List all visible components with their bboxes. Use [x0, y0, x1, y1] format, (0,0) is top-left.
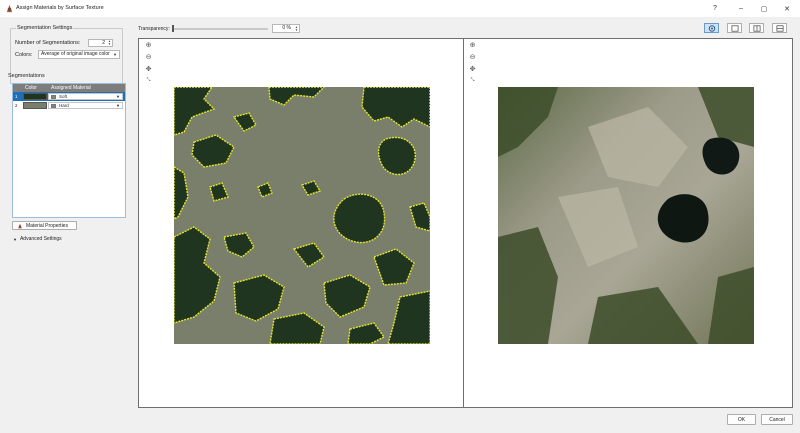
col-material-header: Assigned Material: [51, 85, 91, 91]
material-icon: [18, 223, 22, 228]
single-view-icon: [731, 24, 738, 32]
material-dropdown[interactable]: Hard ▼: [48, 102, 123, 109]
spinner-arrows-icon[interactable]: ▲ ▼: [108, 40, 111, 46]
material-name: Soft: [59, 94, 68, 99]
chevron-down-icon: ▼: [116, 103, 120, 108]
material-properties-button[interactable]: Material Properties: [12, 221, 77, 230]
row-number: 2: [15, 103, 18, 108]
colors-dropdown-value: Average of original image color: [41, 51, 110, 57]
table-header: Color Assigned Material: [13, 84, 125, 92]
fit-icon[interactable]: ⤡: [468, 77, 477, 84]
num-segmentations-spinner[interactable]: 2 ▲ ▼: [88, 39, 113, 47]
colors-dropdown[interactable]: Average of original image color ▼: [38, 50, 120, 59]
material-dropdown[interactable]: Soft ▼: [48, 93, 123, 100]
title-bar: Assign Materials by Surface Texture ? – …: [0, 0, 800, 17]
left-panel: Segmentation Settings Number of Segmenta…: [4, 21, 130, 427]
restore-button[interactable]: ▢: [758, 3, 770, 14]
pan-view-button[interactable]: [704, 23, 719, 33]
stacked-view-button[interactable]: [772, 23, 787, 33]
num-segmentations-label: Number of Segmentations:: [15, 40, 81, 46]
chevron-down-icon: ▼: [113, 52, 117, 57]
segmented-image[interactable]: [174, 87, 430, 344]
color-swatch[interactable]: [23, 102, 47, 109]
pan-icon[interactable]: ✥: [144, 66, 153, 73]
single-view-button[interactable]: [727, 23, 742, 33]
segmentations-heading: Segmentations: [8, 73, 45, 79]
material-name: Hard: [59, 103, 69, 108]
chevron-down-icon: ▼: [116, 94, 120, 99]
cancel-button[interactable]: Cancel: [761, 414, 793, 425]
window-title: Assign Materials by Surface Texture: [16, 5, 104, 11]
table-row[interactable]: 2 Hard ▼: [13, 101, 125, 110]
pan-icon[interactable]: ✥: [468, 66, 477, 73]
transparency-slider-handle[interactable]: [172, 25, 174, 32]
zoom-out-icon[interactable]: ⊖: [144, 54, 153, 61]
colors-label: Colors:: [15, 52, 33, 58]
num-segmentations-value: 2: [102, 40, 105, 46]
transparency-label: Transparency:: [138, 26, 170, 32]
spinner-arrows-icon[interactable]: ▲ ▼: [295, 26, 298, 32]
view-divider[interactable]: [463, 39, 464, 407]
table-row[interactable]: 1 Soft ▼: [13, 92, 125, 101]
material-properties-label: Material Properties: [26, 222, 68, 229]
help-button[interactable]: ?: [709, 3, 721, 14]
minimize-button[interactable]: –: [735, 3, 747, 14]
transparency-value: 0 %: [282, 25, 291, 31]
col-color-header: Color: [25, 85, 37, 91]
advanced-settings-label: Advanced Settings: [19, 236, 62, 242]
side-by-side-icon: [753, 24, 760, 32]
close-button[interactable]: ✕: [781, 3, 793, 14]
segmentations-table: Color Assigned Material 1 Soft ▼ 2 Hard …: [12, 83, 126, 218]
transparency-spinner[interactable]: 0 % ▲ ▼: [272, 24, 300, 33]
pan-view-icon: [708, 24, 715, 32]
row-number: 1: [15, 94, 18, 99]
group-title: Segmentation Settings: [16, 25, 74, 31]
stacked-view-icon: [776, 24, 783, 32]
material-chip: [51, 104, 56, 108]
zoom-out-icon[interactable]: ⊖: [468, 54, 477, 61]
image-viewport[interactable]: ⊕ ⊖ ✥ ⤡ ⊕ ⊖ ✥ ⤡: [138, 38, 793, 408]
original-image[interactable]: [498, 87, 754, 344]
advanced-settings-toggle[interactable]: ▼ Advanced Settings: [13, 236, 62, 242]
chevron-down-icon: ▼: [13, 236, 17, 242]
transparency-slider[interactable]: [172, 28, 268, 30]
zoom-in-icon[interactable]: ⊕: [468, 42, 477, 49]
ok-button[interactable]: OK: [727, 414, 756, 425]
color-swatch[interactable]: [23, 93, 47, 100]
material-chip: [51, 95, 56, 99]
fit-icon[interactable]: ⤡: [144, 77, 153, 84]
app-icon: [6, 4, 13, 13]
side-by-side-button[interactable]: [749, 23, 764, 33]
zoom-in-icon[interactable]: ⊕: [144, 42, 153, 49]
